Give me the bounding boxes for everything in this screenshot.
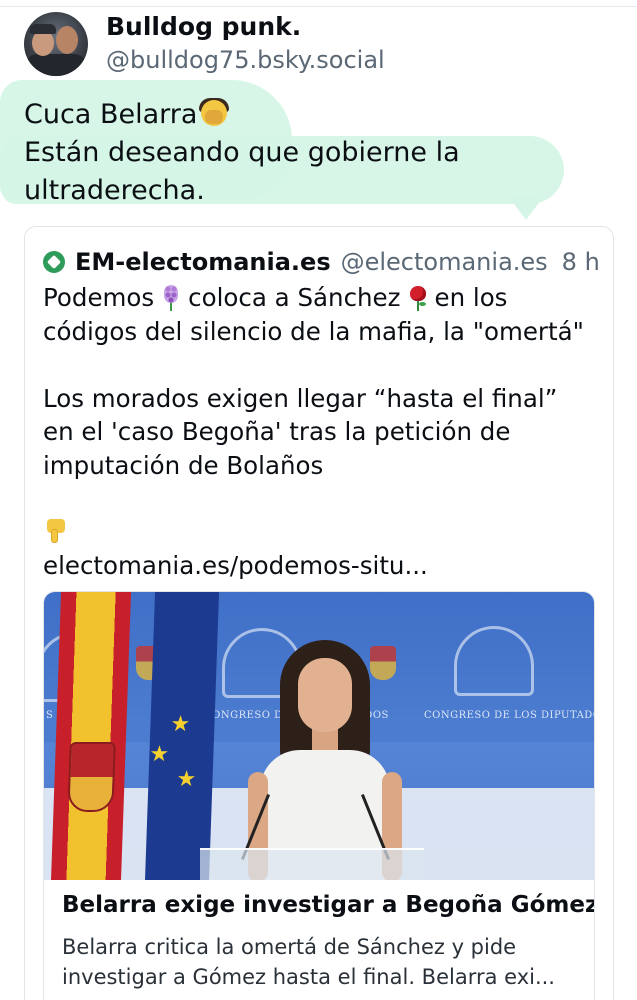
- quoted-text-line: imputación de Bolaños: [43, 450, 324, 480]
- quoted-text-line: Los morados exigen llegar “hasta el fina…: [43, 383, 558, 413]
- preview-title[interactable]: Belarra exige investigar a Begoña Gómez: [62, 892, 594, 918]
- author-handle[interactable]: @bulldog75.bsky.social: [106, 46, 385, 74]
- preview-description: Belarra critica la omertá de Sánchez y p…: [62, 932, 582, 992]
- eu-flag: ★ ★ ★: [144, 592, 220, 880]
- quoted-post-text: Podemos coloca a Sánchez en los códigos de…: [43, 281, 603, 583]
- post-text-line: Cuca Belarra: [24, 99, 198, 130]
- quoted-post-time: 8 h: [561, 248, 600, 276]
- facepalm-icon: [199, 98, 230, 128]
- quoted-text-segment: en los: [434, 283, 508, 312]
- preview-description-line: investigar a Gómez hasta el final. Belar…: [62, 965, 555, 989]
- top-divider: [0, 6, 637, 7]
- rose-icon: [407, 285, 429, 311]
- photo-wall-text: CONGRESO DE LOS DIPUTADOS: [424, 710, 595, 721]
- quoted-post-card[interactable]: EM-electomania.es @electomania.es 8 h Po…: [24, 226, 614, 1000]
- post-text: Cuca Belarra Están deseando que gobierne…: [24, 96, 614, 210]
- author-name[interactable]: Bulldog punk.: [106, 12, 301, 41]
- quoted-text-segment: coloca a Sánchez: [188, 283, 401, 312]
- quoted-link[interactable]: electomania.es/podemos-situ...: [43, 549, 603, 583]
- preview-image: CONGRESO DE LOS DIPUTADOS CONGRESO DE LO…: [44, 592, 595, 880]
- quoted-post-header: EM-electomania.es @electomania.es 8 h: [43, 247, 600, 277]
- quoted-text-segment: Podemos: [43, 283, 155, 312]
- pointing-down-icon: [43, 517, 69, 545]
- quoted-author-handle[interactable]: @electomania.es: [341, 248, 548, 276]
- speaker-figure: [240, 632, 410, 880]
- post-text-line: Están deseando que gobierne la: [24, 137, 460, 168]
- lectern: [200, 848, 424, 880]
- quoted-text-line: en el 'caso Begoña' tras la petición de: [43, 417, 511, 446]
- author-avatar[interactable]: [24, 12, 88, 76]
- post-text-line: ultraderecha.: [24, 175, 205, 206]
- hyacinth-icon: [160, 285, 182, 311]
- link-preview-card[interactable]: CONGRESO DE LOS DIPUTADOS CONGRESO DE LO…: [43, 591, 595, 1000]
- quoted-text-line: códigos del silencio de la mafia, la "om…: [43, 316, 584, 346]
- electomania-logo-icon: [43, 251, 65, 273]
- spain-flag: [50, 592, 132, 880]
- preview-description-line: Belarra critica la omertá de Sánchez y p…: [62, 935, 517, 959]
- quoted-author-name[interactable]: EM-electomania.es: [75, 248, 331, 276]
